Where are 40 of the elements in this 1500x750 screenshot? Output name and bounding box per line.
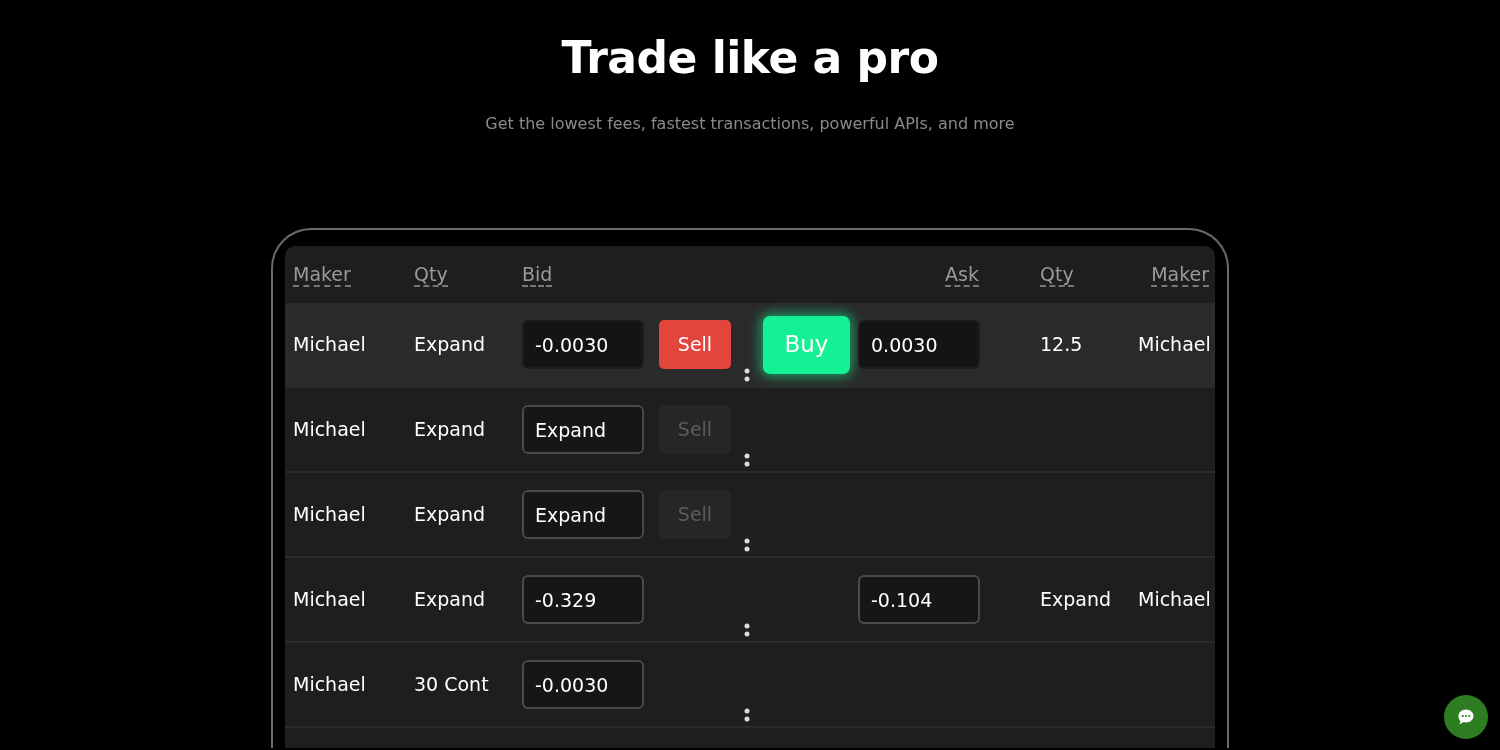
- column-header: Qty: [1040, 263, 1074, 288]
- maker-name: Michael: [293, 588, 366, 611]
- column-header: Bid: [522, 263, 553, 288]
- bid-field[interactable]: Expand: [522, 490, 644, 539]
- quantity-text: 12.5: [1040, 333, 1083, 356]
- bid-field[interactable]: -0.329: [522, 575, 644, 624]
- chat-bubble-icon: [1457, 708, 1475, 726]
- quantity-text: Expand: [414, 503, 486, 526]
- ask-field[interactable]: 0.0030: [858, 320, 980, 369]
- page-heading: Trade like a pro: [561, 31, 939, 85]
- column-header: Maker: [293, 263, 351, 288]
- maker-name: Michael: [293, 333, 366, 356]
- column-header: Ask: [945, 263, 979, 288]
- more-dots-icon[interactable]: [744, 368, 750, 382]
- order-row[interactable]: Michael 30 Cont -0.0030: [285, 643, 1215, 728]
- quantity-text: 30 Cont: [414, 673, 489, 696]
- column-header: Qty: [414, 263, 448, 288]
- sell-button[interactable]: Sell: [659, 320, 731, 369]
- maker-name: Michael: [293, 418, 366, 441]
- more-dots-icon[interactable]: [744, 538, 750, 552]
- page-subheading: Get the lowest fees, fastest transactions, powerful APIs, and more: [485, 114, 1015, 134]
- ask-field[interactable]: -0.104: [858, 575, 980, 624]
- quantity-text: Expand: [414, 588, 486, 611]
- maker-name: Michael: [1138, 333, 1211, 356]
- bid-field[interactable]: -0.0030: [522, 660, 644, 709]
- maker-name: Michael: [293, 503, 366, 526]
- chat-button[interactable]: [1444, 695, 1488, 739]
- order-row[interactable]: Michael Expand -0.0030 Sell Buy 0.0030 12.5 Michael: [285, 303, 1215, 388]
- quantity-text: Expand: [1040, 588, 1112, 611]
- more-dots-icon[interactable]: [744, 623, 750, 637]
- column-header: Maker: [1151, 263, 1209, 288]
- bid-field[interactable]: Expand: [522, 405, 644, 454]
- quantity-text: Expand: [414, 333, 486, 356]
- more-dots-icon[interactable]: [744, 453, 750, 467]
- order-row[interactable]: Michael Expand -0.329 -0.104 Expand Michael: [285, 558, 1215, 643]
- maker-name: Michael: [1138, 588, 1211, 611]
- bid-field[interactable]: -0.0030: [522, 320, 644, 369]
- quantity-text: Expand: [414, 418, 486, 441]
- maker-name: Michael: [293, 673, 366, 696]
- more-dots-icon[interactable]: [744, 708, 750, 722]
